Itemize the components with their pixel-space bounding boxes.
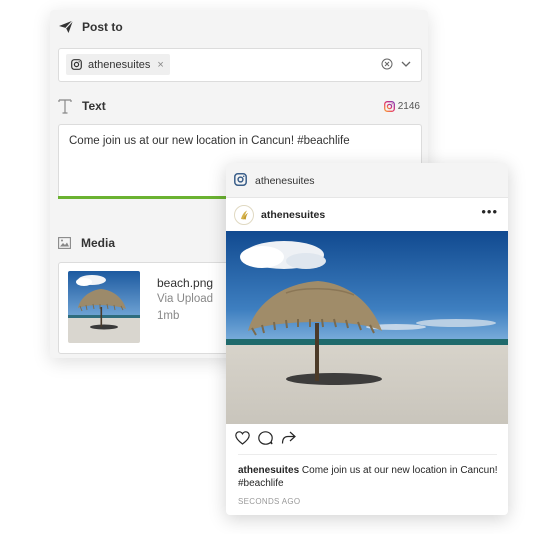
clear-selection-icon[interactable] [381,58,393,70]
instagram-post-preview: athenesuites athenesuites ••• athenesuit… [226,163,508,515]
image-icon [58,237,71,249]
instagram-icon [383,101,395,112]
media-file-name: beach.png [157,276,214,290]
instagram-post-header: athenesuites ••• [226,198,508,231]
post-to-header: Post to [58,20,123,34]
account-select-field[interactable]: athenesuites × [58,48,422,82]
comment-icon[interactable] [258,431,273,445]
send-icon [58,20,74,34]
media-thumbnail [68,271,140,343]
instagram-icon [71,59,82,70]
divider [238,454,497,455]
text-format-icon [58,98,72,114]
caption-username[interactable]: athenesuites [238,465,299,476]
account-chip: athenesuites × [66,54,170,75]
instagram-username[interactable]: athenesuites [261,209,325,221]
more-options-icon[interactable]: ••• [481,205,498,218]
media-file-source: Via Upload [157,293,214,305]
post-timestamp: SECONDS AGO [238,497,301,506]
heart-icon[interactable] [235,431,250,445]
preview-account-name: athenesuites [255,175,315,187]
instagram-icon [234,173,247,186]
media-file-size: 1mb [157,310,180,322]
text-header: Text [58,98,106,114]
share-icon[interactable] [281,431,296,445]
media-title: Media [81,236,116,250]
chevron-down-icon[interactable] [400,58,412,70]
post-caption: athenesuites Come join us at our new loc… [238,464,500,490]
preview-network-header: athenesuites [226,163,508,198]
instagram-actions [235,431,296,445]
media-header: Media [58,236,115,250]
post-text-value: Come join us at our new location in Canc… [69,135,350,147]
character-count: 2146 [397,101,420,112]
account-chip-label: athenesuites [88,58,151,71]
character-counter: 2146 [383,101,420,112]
chip-remove-icon[interactable]: × [157,59,163,71]
post-to-title: Post to [82,20,123,34]
instagram-post-image [226,231,508,424]
avatar [234,205,254,225]
text-title: Text [82,99,106,113]
